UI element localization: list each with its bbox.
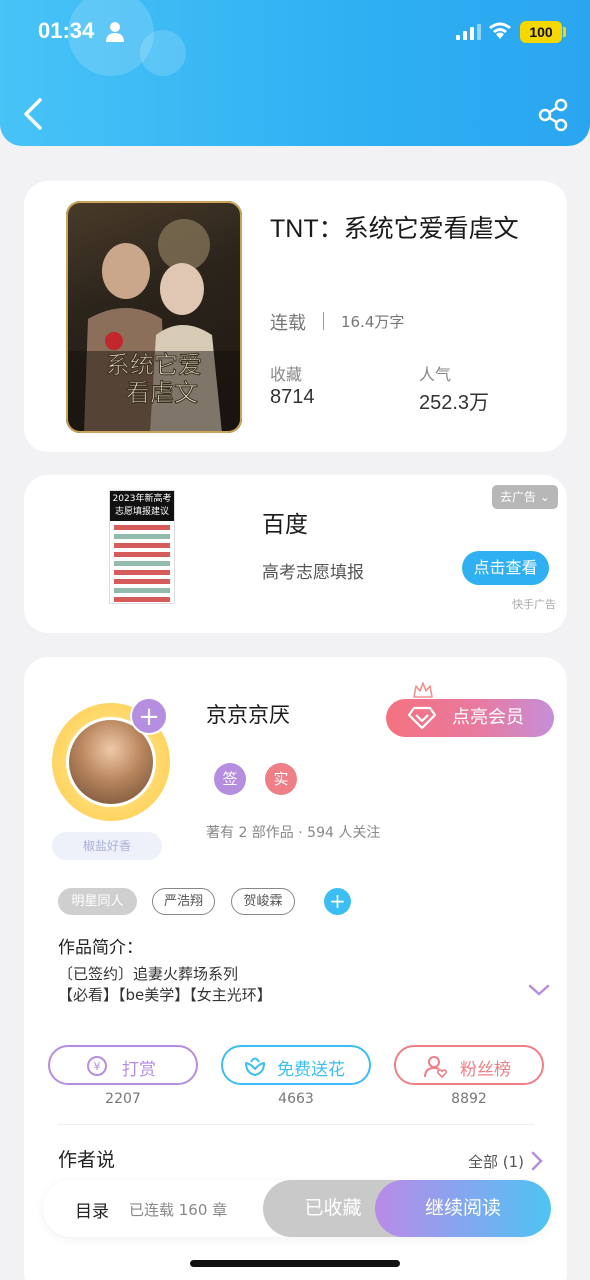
fan-ranking-button[interactable]: 粉丝榜	[394, 1045, 544, 1085]
status-time: 01:34	[38, 18, 95, 43]
bottom-action-bar: 目录 已连载 160 章 已收藏 继续阅读	[43, 1180, 551, 1237]
top-header: 01:34 100	[0, 0, 590, 146]
ad-source: 快手广告	[512, 598, 556, 611]
book-cover[interactable]: 系统它爱 看虐文	[66, 201, 242, 433]
tag-chip[interactable]: 明星同人	[58, 888, 137, 915]
divider	[58, 1124, 534, 1125]
book-title: TNT：系统它爱看虐文	[270, 215, 519, 243]
ad-thumb-line	[114, 597, 170, 602]
vip-label: 点亮会员	[452, 707, 524, 728]
flower-count: 4663	[278, 1091, 314, 1107]
remove-ad-label: 去广告	[500, 490, 537, 504]
table-of-contents-button[interactable]: 目录	[75, 1197, 109, 1222]
intro-line: 〔已签约〕追妻火葬场系列	[58, 965, 239, 983]
ad-thumb-title: 2023年新高考志愿填报建议	[110, 491, 174, 521]
tag-chip[interactable]: 严浩翔	[152, 888, 215, 915]
ad-title: 百度	[262, 512, 308, 538]
follow-author-button[interactable]: +	[130, 697, 168, 735]
status-divider	[323, 312, 324, 330]
author-works-info: 著有 2 部作品 · 594 人关注	[206, 825, 381, 841]
tag-chip[interactable]: 贺峻霖	[231, 888, 295, 915]
ad-thumb-line	[114, 525, 170, 530]
ad-thumb-line	[114, 561, 170, 566]
svg-text:¥: ¥	[94, 1060, 101, 1073]
intro-line: 【必看】【be美学】【女主光环】	[58, 986, 272, 1004]
ad-thumb-line	[114, 543, 170, 548]
remove-ad-button[interactable]: 去广告 ⌄	[492, 485, 558, 509]
person-icon	[106, 22, 124, 42]
fan-count: 8892	[451, 1091, 487, 1107]
author-name[interactable]: 京京京厌	[206, 699, 290, 729]
ad-description: 高考志愿填报	[262, 563, 364, 583]
coin-icon: ¥	[87, 1056, 107, 1076]
activate-vip-button[interactable]: 点亮会员	[386, 699, 554, 737]
chevron-down-icon[interactable]	[528, 983, 550, 997]
send-flower-button[interactable]: 免费送花	[221, 1045, 371, 1085]
back-button[interactable]	[18, 96, 50, 132]
ad-card[interactable]: 2023年新高考志愿填报建议 百度 高考志愿填报 去广告 ⌄ 点击查看 快手广告	[24, 475, 567, 633]
share-button[interactable]	[536, 98, 570, 132]
favorites-count: 8714	[270, 386, 315, 408]
cover-title-line1: 系统它爱	[106, 351, 202, 379]
cover-art: 系统它爱 看虐文	[66, 201, 242, 433]
wifi-icon	[489, 22, 511, 39]
book-status: 连载	[270, 313, 306, 334]
verified-badge: 实	[265, 763, 297, 795]
battery-indicator: 100	[520, 21, 562, 43]
battery-cap	[563, 27, 566, 37]
chevron-right-icon[interactable]	[530, 1151, 544, 1171]
author-says-title: 作者说	[58, 1149, 116, 1171]
ad-thumb-line	[114, 570, 170, 575]
view-all-link[interactable]: 全部 (1)	[468, 1151, 524, 1172]
ad-thumbnail: 2023年新高考志愿填报建议	[109, 490, 175, 604]
intro-label: 作品简介：	[58, 938, 143, 958]
flower-icon	[245, 1057, 265, 1076]
book-info-card: 系统它爱 看虐文 TNT：系统它爱看虐文 连载 16.4万字 收藏 8714 人…	[24, 181, 567, 452]
signed-badge: 签	[214, 763, 246, 795]
continue-reading-button[interactable]: 继续阅读	[375, 1180, 551, 1237]
book-word-count: 16.4万字	[341, 313, 405, 331]
ad-thumb-line	[114, 534, 170, 539]
tip-label: 打赏	[122, 1060, 156, 1080]
popularity-label: 人气	[419, 365, 452, 384]
ad-cta-button[interactable]: 点击查看	[462, 551, 549, 585]
cover-title-line2: 看虐文	[126, 379, 198, 407]
ad-thumb-line	[114, 588, 170, 593]
user-heart-icon	[424, 1056, 448, 1079]
favorites-label: 收藏	[270, 365, 303, 384]
home-indicator[interactable]	[190, 1260, 400, 1267]
send-flower-label: 免费送花	[277, 1060, 345, 1080]
author-tag: 椒盐好香	[52, 832, 162, 860]
popularity-count: 252.3万	[419, 392, 490, 414]
fan-ranking-label: 粉丝榜	[460, 1060, 511, 1080]
chapter-count: 已连载 160 章	[129, 1201, 228, 1219]
tip-count: 2207	[105, 1091, 141, 1107]
crown-icon	[413, 682, 433, 698]
ad-thumb-line	[114, 552, 170, 557]
add-tag-button[interactable]: +	[324, 888, 351, 915]
signal-icon	[456, 24, 481, 40]
tip-button[interactable]: ¥ 打赏	[48, 1045, 198, 1085]
diamond-icon	[408, 706, 436, 730]
ad-thumb-line	[114, 579, 170, 584]
